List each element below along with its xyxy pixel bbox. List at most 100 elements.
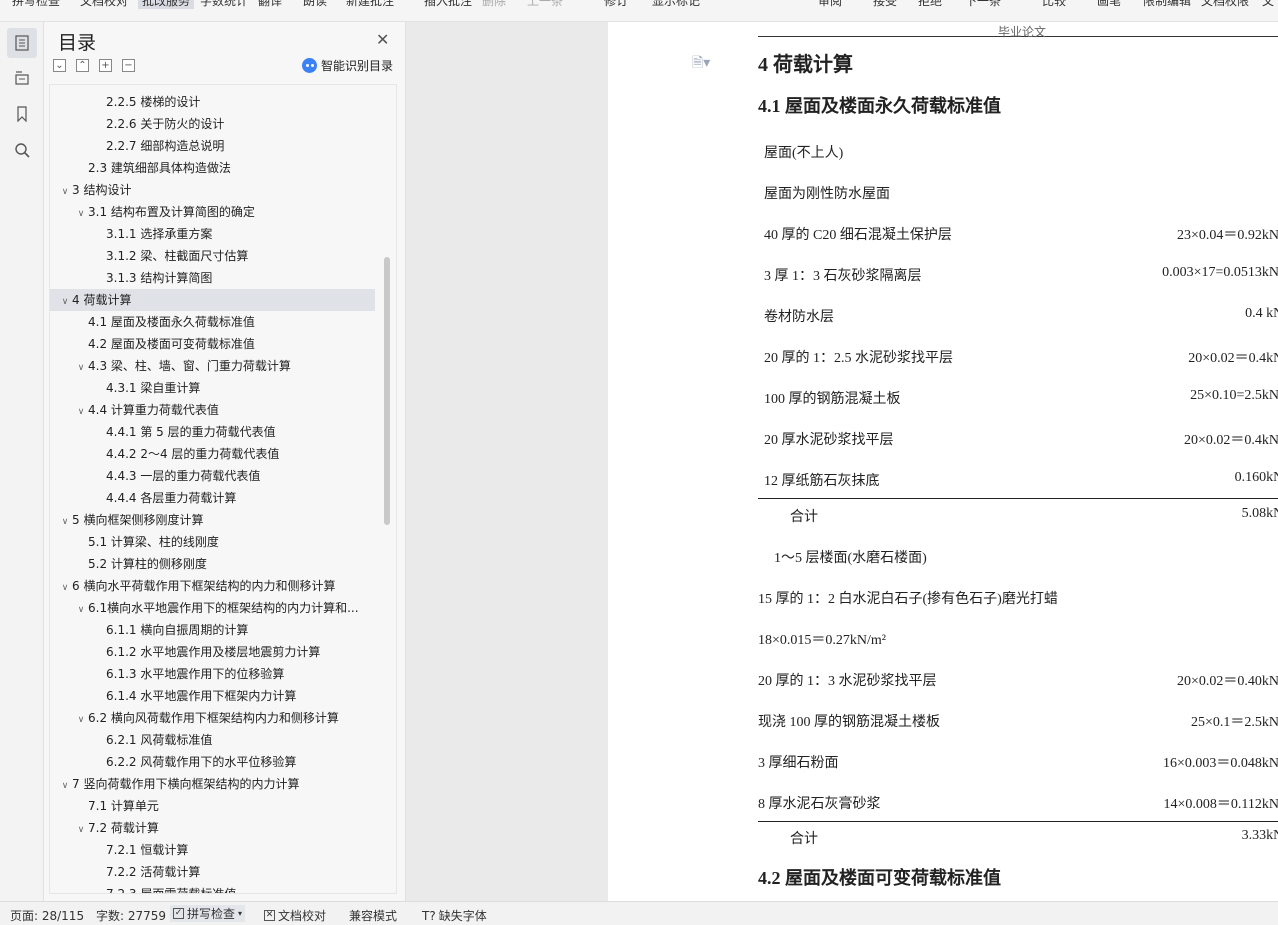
toolbar-item[interactable]: 接受 bbox=[873, 0, 897, 9]
word-count[interactable]: 字数: 27759 bbox=[96, 907, 166, 924]
load-row-value: 20×0.02＝0.40kN/m² bbox=[1177, 674, 1278, 689]
toc-item[interactable]: 4.2 屋面及楼面可变荷载标准值 bbox=[50, 333, 375, 355]
toolbar-item[interactable]: 文 bbox=[1262, 0, 1274, 9]
toc-item[interactable]: 4.4.4 各层重力荷载计算 bbox=[50, 487, 375, 509]
chevron-down-icon[interactable]: ∨ bbox=[74, 819, 88, 839]
toc-item[interactable]: ∨ 5 横向框架侧移刚度计算 bbox=[50, 509, 375, 531]
toc-item[interactable]: ∨ 7 竖向荷载作用下横向框架结构的内力计算 bbox=[50, 773, 375, 795]
toolbar-item[interactable]: 上一条 bbox=[527, 0, 563, 9]
toolbar-item[interactable]: 朗读 bbox=[303, 0, 327, 9]
toc-item[interactable]: 4.1 屋面及楼面永久荷载标准值 bbox=[50, 311, 375, 333]
roof-title: 屋面(不上人) bbox=[764, 146, 844, 161]
toc-item[interactable]: ∨ 6.1横向水平地震作用下的框架结构的内力计算和... bbox=[50, 597, 375, 619]
toc-item[interactable]: 7.2.1 恒载计算 bbox=[50, 839, 375, 861]
toolbar-item[interactable]: 比较 bbox=[1042, 0, 1066, 9]
toolbar-item[interactable]: 翻译 bbox=[258, 0, 282, 9]
collapse-all-icon[interactable]: ⌃ bbox=[76, 59, 89, 72]
toc-item[interactable]: 4.4.1 第 5 层的重力荷载代表值 bbox=[50, 421, 375, 443]
toolbar-item[interactable]: 下一条 bbox=[965, 0, 1001, 9]
proofread-button[interactable]: ✕ 文档校对 bbox=[264, 907, 326, 924]
toc-item[interactable]: 5.2 计算柱的侧移刚度 bbox=[50, 553, 375, 575]
chevron-down-icon[interactable]: ∨ bbox=[74, 709, 88, 729]
toc-item[interactable]: 6.1.1 横向自振周期的计算 bbox=[50, 619, 375, 641]
toolbar-item[interactable]: 限制编辑 bbox=[1143, 0, 1191, 9]
toc-item[interactable]: 6.1.3 水平地震作用下的位移验算 bbox=[50, 663, 375, 685]
toolbar-item[interactable]: 显示标记 bbox=[652, 0, 700, 9]
proofread-icon: ✕ bbox=[264, 910, 275, 921]
chevron-down-icon[interactable]: ∨ bbox=[58, 181, 72, 201]
chevron-down-icon[interactable]: ∨ bbox=[58, 291, 72, 311]
toc-item[interactable]: ∨ 3 结构设计 bbox=[50, 179, 375, 201]
heading-2-permanent-load: 4.1 屋面及楼面永久荷载标准值 bbox=[758, 96, 1001, 116]
navigation-pane-icon[interactable] bbox=[7, 63, 37, 93]
toc-item[interactable]: ∨ 7.2 荷载计算 bbox=[50, 817, 375, 839]
toc-title: 目录 bbox=[58, 32, 97, 54]
chevron-down-icon[interactable]: ∨ bbox=[74, 357, 88, 377]
chevron-down-icon[interactable]: ∨ bbox=[58, 511, 72, 531]
toolbar-item[interactable]: 字数统计 bbox=[200, 0, 248, 9]
toc-item[interactable]: 7.1 计算单元 bbox=[50, 795, 375, 817]
missing-font-button[interactable]: T? 缺失字体 bbox=[422, 907, 487, 924]
page-indicator[interactable]: 页面: 28/115 bbox=[10, 907, 84, 924]
toolbar-item[interactable]: 批改服务 bbox=[138, 0, 195, 9]
toc-item[interactable]: ∨ 6.2 横向风荷载作用下框架结构内力和侧移计算 bbox=[50, 707, 375, 729]
toolbar-item[interactable]: 文档校对 bbox=[80, 0, 128, 9]
toc-item[interactable]: ∨ 4 荷载计算 bbox=[50, 289, 375, 311]
toc-item[interactable]: 7.2.2 活荷载计算 bbox=[50, 861, 375, 883]
floor-line-1: 15 厚的 1：2 白水泥白石子(掺有色石子)磨光打蜡 bbox=[758, 592, 1058, 607]
document-page[interactable]: 毕业论文 🗎▾ 4 荷载计算 4.1 屋面及楼面永久荷载标准值 屋面(不上人) … bbox=[608, 22, 1278, 901]
toolbar-item[interactable]: 删除 bbox=[482, 0, 506, 9]
toc-item[interactable]: 3.1.2 梁、柱截面尺寸估算 bbox=[50, 245, 375, 267]
compat-mode[interactable]: 兼容模式 bbox=[349, 907, 397, 924]
toc-scrollbar[interactable] bbox=[384, 257, 390, 525]
spell-check-button[interactable]: ✓ 拼写检查 ▾ bbox=[170, 905, 246, 922]
add-entry-icon[interactable]: + bbox=[99, 59, 112, 72]
chevron-down-icon[interactable]: ∨ bbox=[74, 599, 88, 619]
toc-item-label: 6.2.1 风荷载标准值 bbox=[106, 733, 213, 747]
toc-item[interactable]: 4.4.3 一层的重力荷载代表值 bbox=[50, 465, 375, 487]
bookmark-icon[interactable] bbox=[7, 99, 37, 129]
toolbar-item[interactable]: 审阅 bbox=[818, 0, 842, 9]
toolbar-item[interactable]: 插入批注 bbox=[424, 0, 472, 9]
search-icon[interactable] bbox=[7, 135, 37, 165]
toc-item[interactable]: 2.3 建筑细部具体构造做法 bbox=[50, 157, 375, 179]
toolbar-item[interactable]: 新建批注 bbox=[346, 0, 394, 9]
toc-item[interactable]: 4.4.2 2～4 层的重力荷载代表值 bbox=[50, 443, 375, 465]
load-row-value: 0.160kN/m bbox=[1234, 470, 1278, 485]
toolbar-item[interactable]: 拼写检查 bbox=[12, 0, 60, 9]
toc-panel-icon[interactable] bbox=[7, 28, 37, 58]
remove-entry-icon[interactable]: − bbox=[122, 59, 135, 72]
toc-item-label: 3.1.3 结构计算简图 bbox=[106, 271, 213, 285]
chevron-down-icon[interactable]: ∨ bbox=[74, 203, 88, 223]
toolbar-item[interactable]: 文档权限 bbox=[1201, 0, 1249, 9]
toc-item[interactable]: 2.2.5 楼梯的设计 bbox=[50, 91, 375, 113]
toc-item[interactable]: ∨ 4.4 计算重力荷载代表值 bbox=[50, 399, 375, 421]
toc-item[interactable]: 6.1.2 水平地震作用及楼层地震剪力计算 bbox=[50, 641, 375, 663]
toc-item[interactable]: 3.1.1 选择承重方案 bbox=[50, 223, 375, 245]
toc-item[interactable]: ∨ 4.3 梁、柱、墙、窗、门重力荷载计算 bbox=[50, 355, 375, 377]
toc-item[interactable]: ∨ 6 横向水平荷载作用下框架结构的内力和侧移计算 bbox=[50, 575, 375, 597]
toolbar-item[interactable]: 画笔 bbox=[1097, 0, 1121, 9]
load-row-value: 23×0.04＝0.92kN/m² bbox=[1177, 228, 1278, 243]
toc-item[interactable]: 6.2.2 风荷载作用下的水平位移验算 bbox=[50, 751, 375, 773]
toc-item[interactable]: 4.3.1 梁自重计算 bbox=[50, 377, 375, 399]
toc-item[interactable]: 5.1 计算梁、柱的线刚度 bbox=[50, 531, 375, 553]
toc-panel: 目录 ✕ ⌄ ⌃ + − 智能识别目录 2.2.5 楼梯的设计 2.2.6 关于防… bbox=[44, 22, 406, 901]
toc-item[interactable]: ∨ 3.1 结构布置及计算简图的确定 bbox=[50, 201, 375, 223]
toc-item[interactable]: 6.2.1 风荷载标准值 bbox=[50, 729, 375, 751]
chevron-down-icon[interactable]: ∨ bbox=[58, 775, 72, 795]
chevron-down-icon[interactable]: ∨ bbox=[74, 401, 88, 421]
chevron-down-icon[interactable]: ∨ bbox=[58, 577, 72, 597]
close-icon[interactable]: ✕ bbox=[376, 30, 389, 49]
smart-toc-button[interactable]: 智能识别目录 bbox=[302, 57, 393, 74]
toc-item[interactable]: 7.2.3 屋面雪荷载标准值 bbox=[50, 883, 375, 893]
toc-item[interactable]: 2.2.7 细部构造总说明 bbox=[50, 135, 375, 157]
toolbar-item[interactable]: 拒绝 bbox=[918, 0, 942, 9]
toc-item[interactable]: 6.1.4 水平地震作用下框架内力计算 bbox=[50, 685, 375, 707]
document-icon[interactable]: 🗎▾ bbox=[692, 52, 710, 76]
expand-all-icon[interactable]: ⌄ bbox=[53, 59, 66, 72]
toc-item[interactable]: 2.2.6 关于防火的设计 bbox=[50, 113, 375, 135]
toc-item[interactable]: 3.1.3 结构计算简图 bbox=[50, 267, 375, 289]
load-row-value: 25×0.10=2.5kN/m² bbox=[1190, 388, 1278, 403]
toolbar-item[interactable]: 修订 bbox=[604, 0, 628, 9]
